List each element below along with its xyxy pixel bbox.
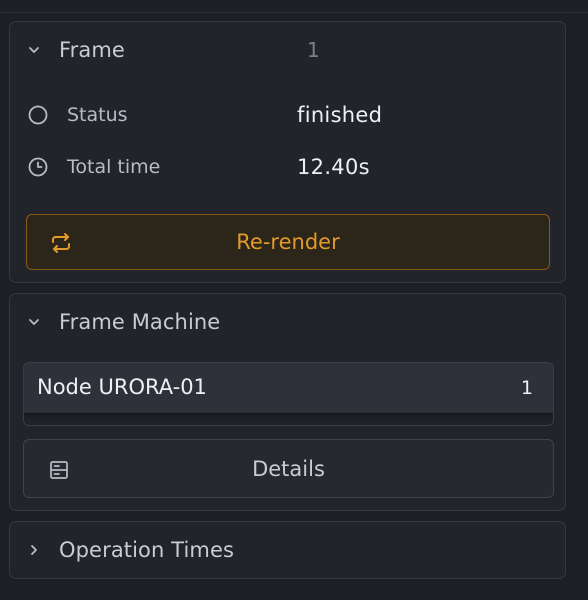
- rerender-button[interactable]: Re-render: [26, 214, 550, 270]
- operation-times-header[interactable]: Operation Times: [10, 522, 565, 578]
- total-time-value: 12.40s: [297, 155, 370, 179]
- node-name: Node URORA-01: [37, 375, 207, 399]
- top-divider: [0, 0, 588, 13]
- node-card: Node URORA-01 1: [23, 362, 554, 426]
- frame-panel-header[interactable]: Frame 1: [10, 22, 565, 78]
- chevron-right-icon[interactable]: [27, 543, 41, 557]
- total-time-label: Total time: [67, 156, 161, 178]
- rerender-label: Re-render: [236, 230, 340, 254]
- total-time-row: Total time 12.40s: [10, 152, 565, 182]
- node-row[interactable]: Node URORA-01 1: [24, 363, 553, 413]
- clock-icon: [27, 156, 49, 178]
- frame-machine-panel: Frame Machine Node URORA-01 1 Details: [9, 293, 566, 511]
- operation-times-panel: Operation Times: [9, 521, 566, 579]
- frame-panel-title: Frame: [59, 38, 125, 62]
- chevron-down-icon[interactable]: [27, 315, 41, 329]
- frame-machine-title: Frame Machine: [59, 310, 221, 334]
- status-row: Status finished: [10, 100, 565, 130]
- operation-times-title: Operation Times: [59, 538, 235, 562]
- frame-machine-header[interactable]: Frame Machine: [10, 294, 565, 350]
- details-button[interactable]: Details: [23, 439, 554, 498]
- chevron-down-icon[interactable]: [27, 43, 41, 57]
- status-label: Status: [67, 104, 128, 126]
- frame-panel: Frame 1 Status finished Total time 12.40…: [9, 21, 566, 283]
- circle-icon: [27, 104, 49, 126]
- node-frame-count: 1: [520, 377, 533, 399]
- details-label: Details: [252, 456, 325, 481]
- status-value: finished: [297, 103, 383, 127]
- frame-number: 1: [307, 38, 320, 62]
